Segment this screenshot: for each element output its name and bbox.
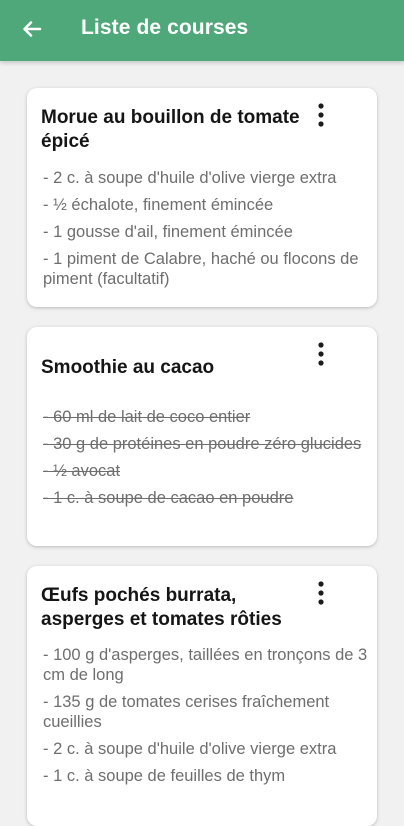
recipe-title: Morue au bouillon de tomate épicé [41,107,300,152]
recipe-card[interactable]: Morue au bouillon de tomate épicé - 2 c.… [27,88,377,307]
ingredient-item[interactable]: - 135 g de tomates cerises fraîchement c… [43,692,368,732]
ingredient-item-checked[interactable]: - ½ avocat [43,461,368,481]
ingredient-item-checked[interactable]: - 30 g de protéines en poudre zéro gluci… [43,434,368,454]
more-vert-icon [318,581,324,605]
more-options-button[interactable] [315,102,327,128]
app-bar: Liste de courses [0,0,404,61]
ingredient-item[interactable]: - 100 g d'asperges, taillées en tronçons… [43,645,368,685]
ingredient-item[interactable]: - 1 piment de Calabre, haché ou flocons … [43,249,368,289]
recipe-card[interactable]: Smoothie au cacao - 60 ml de lait de coc… [27,327,377,546]
recipe-card[interactable]: Œufs pochés burrata, asperges et tomates… [27,566,377,826]
ingredient-list: - 100 g d'asperges, taillées en tronçons… [43,645,368,793]
more-options-button[interactable] [315,580,327,606]
ingredient-item-checked[interactable]: - 60 ml de lait de coco entier [43,407,368,427]
ingredient-item[interactable]: - ½ échalote, finement émincée [43,195,368,215]
ingredient-item-checked[interactable]: - 1 c. à soupe de cacao en poudre [43,488,368,508]
page-title: Liste de courses [81,16,249,39]
ingredient-item[interactable]: - 1 c. à soupe de feuilles de thym [43,766,368,786]
more-vert-icon [318,342,324,366]
back-button[interactable] [18,15,46,43]
more-vert-icon [318,103,324,127]
more-options-button[interactable] [315,341,327,367]
ingredient-item[interactable]: - 2 c. à soupe d'huile d'olive vierge ex… [43,739,368,759]
ingredient-list: - 60 ml de lait de coco entier - 30 g de… [43,407,368,515]
ingredient-list: - 2 c. à soupe d'huile d'olive vierge ex… [43,168,368,296]
arrow-back-icon [23,21,42,37]
recipe-title: Œufs pochés burrata, asperges et tomates… [41,585,282,630]
recipe-title: Smoothie au cacao [41,357,215,378]
ingredient-item[interactable]: - 2 c. à soupe d'huile d'olive vierge ex… [43,168,368,188]
ingredient-item[interactable]: - 1 gousse d'ail, finement émincée [43,222,368,242]
